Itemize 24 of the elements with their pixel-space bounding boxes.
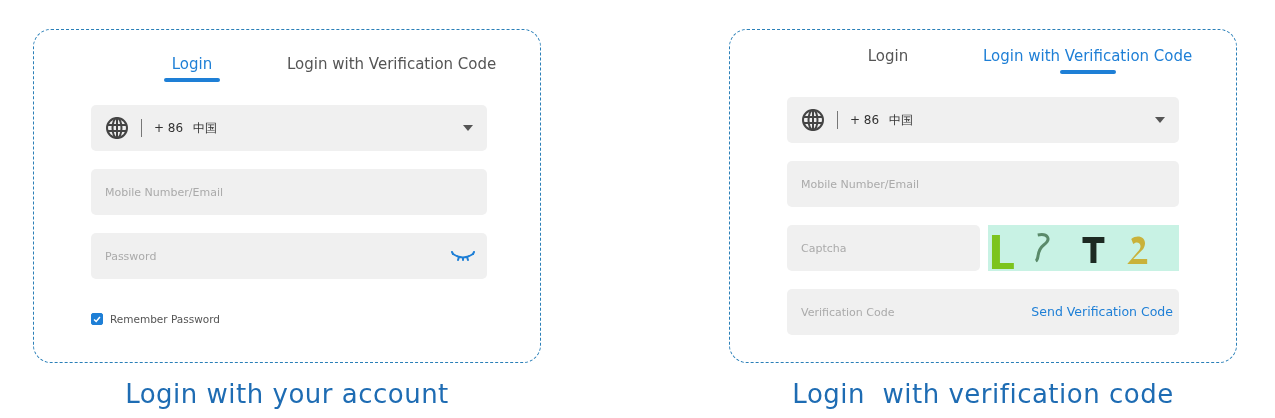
remember-label: Remember Password <box>110 313 221 325</box>
closed-eye-icon[interactable] <box>451 251 475 261</box>
login-tab[interactable]: Login with Verification Code <box>287 52 497 86</box>
globe-icon <box>105 116 129 140</box>
send-code-link[interactable]: Send Verification Code <box>1031 304 1173 319</box>
region-select[interactable]: + 86 中国 <box>91 105 487 151</box>
caption: Login with verification code <box>792 379 1174 409</box>
caret-icon <box>463 125 473 131</box>
caption: Login with your account <box>125 379 449 409</box>
globe-icon <box>801 108 825 132</box>
login-tab[interactable]: Login <box>163 52 221 86</box>
country-name: 中国 <box>889 111 915 129</box>
remember-checkbox[interactable] <box>91 313 103 325</box>
caret-icon <box>1155 117 1165 123</box>
login-tab[interactable]: Login with Verification Code <box>983 44 1193 78</box>
captcha-field[interactable]: Captcha <box>787 225 980 271</box>
region-select[interactable]: + 86 中国 <box>787 97 1179 143</box>
country-code: + 86 <box>154 121 184 135</box>
country-code: + 86 <box>850 113 880 127</box>
input-field[interactable]: Mobile Number/Email <box>787 161 1179 207</box>
country-name: 中国 <box>193 119 219 137</box>
login-tab[interactable]: Login <box>859 44 917 78</box>
input-field[interactable]: Mobile Number/Email <box>91 169 487 215</box>
password-field[interactable]: Password <box>91 233 487 279</box>
